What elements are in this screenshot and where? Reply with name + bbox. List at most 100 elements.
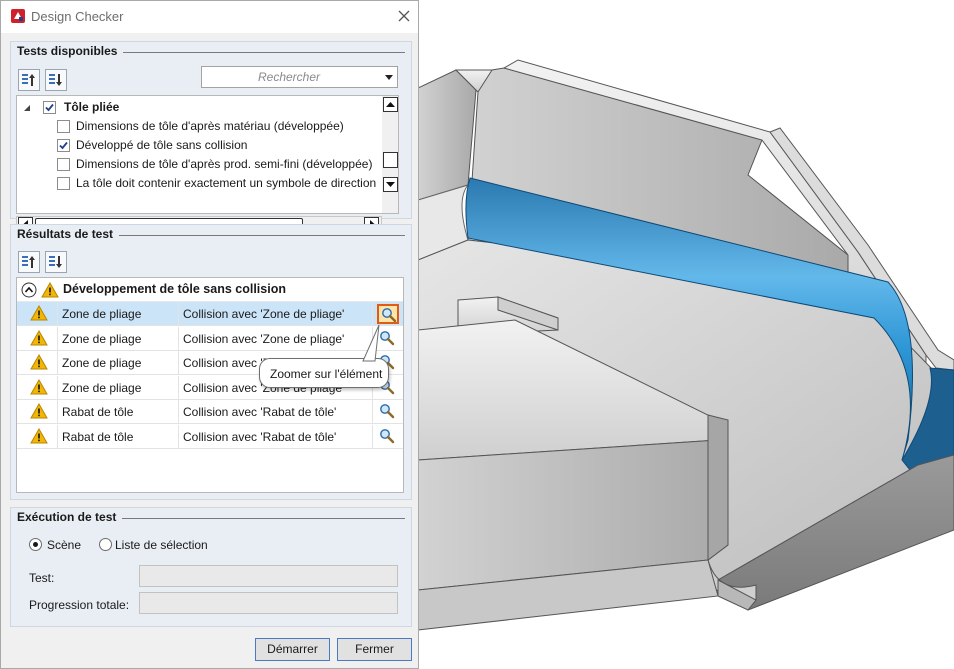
result-element: Zone de pliage bbox=[62, 331, 142, 346]
move-up-button[interactable] bbox=[18, 69, 40, 91]
warning-icon bbox=[30, 354, 48, 370]
tree-item[interactable]: Développé de tôle sans collision bbox=[17, 136, 377, 155]
result-row[interactable]: Rabat de tôle Collision avec 'Rabat de tô… bbox=[17, 400, 403, 425]
item-checkbox[interactable] bbox=[57, 120, 70, 133]
zoom-magnifier-icon bbox=[382, 308, 397, 323]
test-execution-group: Exécution de test Scène Liste de sélecti… bbox=[10, 507, 412, 627]
test-label: Test: bbox=[29, 571, 55, 585]
radio-scene-label: Scène bbox=[47, 538, 82, 552]
scroll-thumb[interactable] bbox=[383, 152, 398, 168]
result-message: Collision avec 'Zone de pliage' bbox=[183, 331, 345, 346]
column-separator bbox=[178, 351, 179, 376]
column-separator bbox=[372, 400, 373, 425]
column-separator bbox=[178, 375, 179, 400]
results-header[interactable]: Développement de tôle sans collision bbox=[17, 278, 403, 302]
window-title: Design Checker bbox=[31, 9, 124, 24]
move-up-icon bbox=[22, 74, 35, 86]
result-element: Zone de pliage bbox=[62, 356, 142, 371]
tree-item-label: Dimensions de tôle d'après matériau (dév… bbox=[76, 119, 344, 133]
result-row[interactable]: Zone de pliage Collision avec 'Zone de pl… bbox=[17, 326, 403, 351]
zoom-magnifier-icon bbox=[380, 429, 395, 444]
radio-selection-label: Liste de sélection bbox=[115, 538, 208, 552]
result-row[interactable]: Rabat de tôle Collision avec 'Rabat de tô… bbox=[17, 425, 403, 449]
scroll-down-button[interactable] bbox=[383, 177, 398, 192]
radio-selection-list[interactable] bbox=[99, 538, 112, 551]
column-separator bbox=[178, 400, 179, 425]
results-header-label: Développement de tôle sans collision bbox=[63, 282, 286, 296]
zoom-to-element-button[interactable] bbox=[377, 427, 399, 447]
3d-viewport[interactable] bbox=[418, 0, 954, 669]
result-message: Collision avec 'Zone de pliage' bbox=[183, 307, 345, 321]
result-element: Rabat de tôle bbox=[62, 405, 134, 420]
zoom-to-element-button[interactable] bbox=[377, 402, 399, 422]
warning-icon bbox=[41, 282, 59, 298]
tooltip-pointer bbox=[362, 324, 380, 362]
close-button[interactable]: Fermer bbox=[337, 638, 412, 661]
vertical-scrollbar[interactable] bbox=[382, 96, 398, 213]
move-up-icon bbox=[22, 256, 35, 268]
radio-scene[interactable] bbox=[29, 538, 42, 551]
progress-label: Progression totale: bbox=[29, 598, 130, 612]
column-separator bbox=[178, 326, 179, 351]
warning-icon bbox=[30, 378, 48, 395]
scroll-up-button[interactable] bbox=[383, 97, 398, 112]
warning-icon bbox=[30, 428, 48, 444]
search-input[interactable] bbox=[204, 69, 374, 85]
result-message: Collision avec 'Rabat de tôle' bbox=[183, 430, 337, 444]
item-checkbox[interactable] bbox=[57, 139, 70, 152]
test-field bbox=[139, 565, 398, 587]
group-title-results: Résultats de test bbox=[17, 227, 120, 241]
result-element: Rabat de tôle bbox=[62, 430, 134, 444]
result-element: Zone de pliage bbox=[62, 380, 142, 395]
collapse-arrow-icon[interactable] bbox=[22, 103, 32, 113]
expand-collapse-icon[interactable] bbox=[21, 282, 37, 298]
tree-item-label: Développé de tôle sans collision bbox=[76, 138, 248, 152]
warning-icon bbox=[30, 403, 48, 419]
zoom-to-element-button[interactable] bbox=[377, 304, 399, 324]
item-checkbox[interactable] bbox=[57, 158, 70, 171]
group-title-tests: Tests disponibles bbox=[17, 44, 124, 58]
tree-item[interactable]: Dimensions de tôle d'après matériau (dév… bbox=[17, 117, 377, 136]
results-move-up-button[interactable] bbox=[18, 251, 40, 273]
tooltip-text: Zoomer sur l'élément bbox=[270, 367, 383, 381]
column-separator bbox=[57, 351, 58, 376]
column-separator bbox=[57, 425, 58, 449]
arrow-down-icon bbox=[386, 182, 395, 187]
sheet-metal-model[interactable] bbox=[418, 0, 954, 669]
result-message: Collision avec 'Rabat de tôle' bbox=[183, 405, 337, 420]
dropdown-arrow-icon[interactable] bbox=[385, 75, 393, 80]
group-title-execution: Exécution de test bbox=[17, 510, 123, 524]
column-separator bbox=[57, 302, 58, 326]
app-logo-icon bbox=[11, 9, 25, 23]
move-down-icon bbox=[49, 256, 62, 268]
column-separator bbox=[57, 400, 58, 425]
progress-bar bbox=[139, 592, 398, 614]
tree-category[interactable]: Tôle pliée bbox=[17, 98, 377, 117]
warning-icon bbox=[30, 329, 48, 346]
title-bar[interactable]: Design Checker bbox=[1, 1, 418, 33]
tree-item-label: Dimensions de tôle d'après prod. semi-fi… bbox=[76, 157, 373, 171]
result-row[interactable]: Zone de pliage Collision avec 'Zone de pl… bbox=[17, 302, 403, 326]
result-element: Zone de pliage bbox=[62, 307, 142, 321]
category-checkbox[interactable] bbox=[43, 101, 56, 114]
checkmark-icon bbox=[59, 141, 68, 150]
item-checkbox[interactable] bbox=[57, 177, 70, 190]
move-down-icon bbox=[49, 74, 62, 86]
results-move-down-button[interactable] bbox=[45, 251, 67, 273]
column-separator bbox=[178, 302, 179, 326]
tree-item[interactable]: Dimensions de tôle d'après prod. semi-fi… bbox=[17, 155, 377, 174]
tree-item[interactable]: La tôle doit contenir exactement un symb… bbox=[17, 174, 377, 193]
start-button[interactable]: Démarrer bbox=[255, 638, 330, 661]
column-separator bbox=[57, 375, 58, 400]
design-checker-dialog: Design Checker Tests disponibles Recherc… bbox=[0, 0, 419, 669]
column-separator bbox=[57, 326, 58, 351]
move-down-button[interactable] bbox=[45, 69, 67, 91]
tests-available-group: Tests disponibles Rechercher Tôle pliée … bbox=[10, 41, 412, 233]
tests-tree: Tôle pliée Dimensions de tôle d'après ma… bbox=[16, 95, 399, 214]
category-label: Tôle pliée bbox=[64, 100, 120, 114]
column-separator bbox=[372, 425, 373, 449]
search-combobox[interactable] bbox=[201, 66, 398, 88]
tree-item-label: La tôle doit contenir exactement un symb… bbox=[76, 176, 377, 190]
close-icon[interactable] bbox=[395, 7, 413, 25]
warning-icon bbox=[30, 305, 48, 321]
